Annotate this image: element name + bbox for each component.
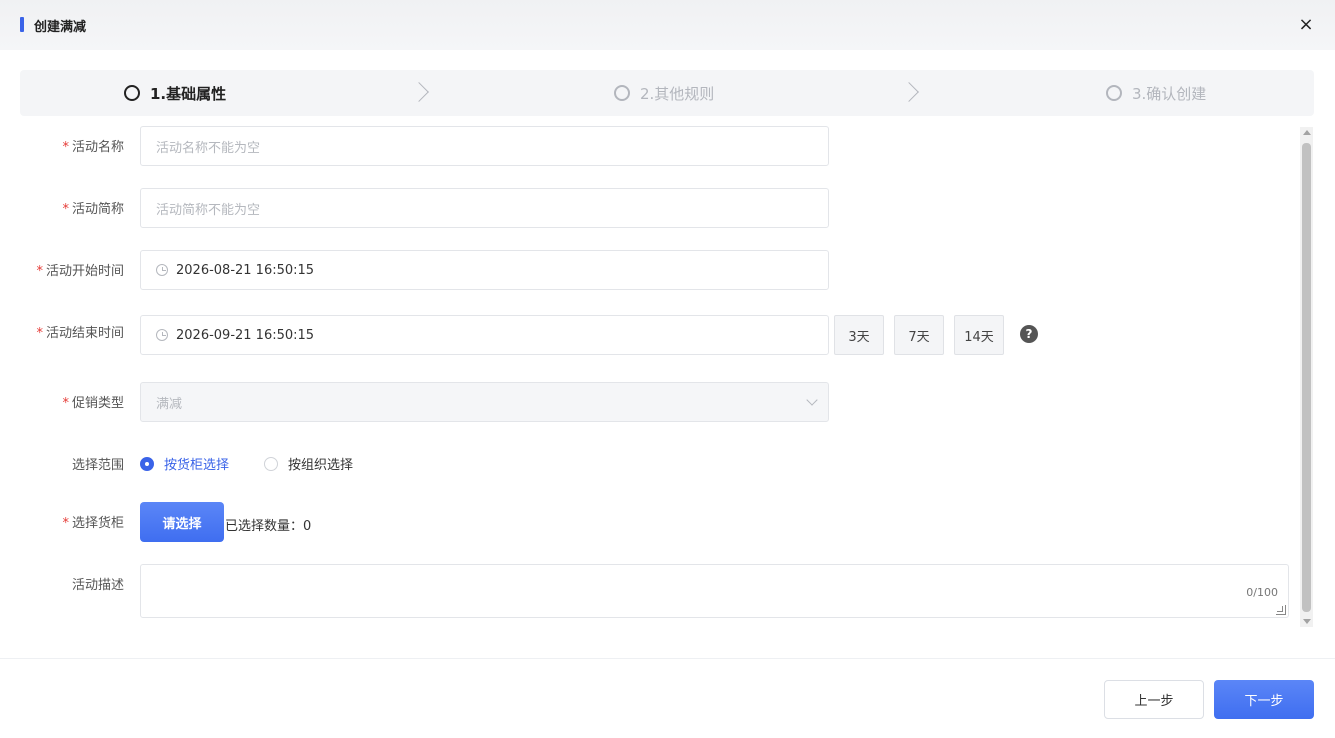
- help-icon[interactable]: ?: [1020, 325, 1038, 343]
- footer-divider: [0, 658, 1335, 659]
- step-label: 3.确认创建: [1132, 84, 1207, 103]
- promo-type-value: 满减: [156, 396, 183, 412]
- scroll-up-arrow-icon[interactable]: [1303, 130, 1311, 135]
- select-cabinet-button[interactable]: 请选择: [140, 502, 224, 542]
- label-activity-short: * 活动简称: [62, 202, 124, 217]
- radio-label: 按组织选择: [288, 458, 354, 473]
- step-circle-icon: [1106, 85, 1122, 101]
- radio-checked-icon: [140, 456, 154, 471]
- start-time-picker[interactable]: 2026-08-21 16:50:15: [140, 250, 829, 290]
- chevron-right-icon: [899, 82, 919, 102]
- description-textarea[interactable]: 0/100: [140, 564, 1289, 618]
- step-3: 3.确认创建: [1106, 70, 1206, 116]
- prev-step-button[interactable]: 上一步: [1104, 680, 1204, 719]
- quick-range-7-days-button[interactable]: 7天: [894, 315, 944, 355]
- end-time-picker[interactable]: 2026-09-21 16:50:15: [140, 315, 829, 355]
- clock-icon: [156, 329, 168, 341]
- label-description: 活动描述: [71, 578, 124, 593]
- label-cabinet: * 选择货柜: [62, 516, 124, 531]
- clock-icon: [156, 264, 168, 276]
- resize-handle-icon[interactable]: [1276, 605, 1286, 615]
- step-indicator: 1.基础属性 2.其他规则 3.确认创建: [20, 70, 1314, 116]
- step-2: 2.其他规则: [614, 70, 714, 116]
- step-1: 1.基础属性: [124, 70, 226, 116]
- step-circle-icon: [124, 85, 140, 101]
- promo-type-select[interactable]: 满减: [140, 382, 829, 422]
- label-activity-name: * 活动名称: [62, 140, 124, 155]
- radio-unchecked-icon: [264, 456, 278, 471]
- label-promo-type: * 促销类型: [62, 396, 124, 411]
- quick-range-3-days-button[interactable]: 3天: [834, 315, 884, 355]
- next-step-button[interactable]: 下一步: [1214, 680, 1314, 719]
- scroll-thumb[interactable]: [1302, 143, 1311, 612]
- char-counter: 0/100: [1246, 586, 1278, 599]
- start-time-value: 2026-08-21 16:50:15: [176, 262, 315, 278]
- step-circle-icon: [614, 85, 630, 101]
- scroll-down-arrow-icon[interactable]: [1303, 619, 1311, 624]
- label-start-time: * 活动开始时间: [36, 264, 124, 279]
- selected-count-text: 已选择数量：0: [225, 519, 312, 534]
- scope-radio-cabinet[interactable]: 按货柜选择: [140, 454, 229, 473]
- header-accent-bar: [20, 17, 24, 32]
- label-scope: 选择范围: [71, 458, 124, 473]
- form-scrollbar[interactable]: [1300, 127, 1313, 627]
- step-label: 2.其他规则: [640, 84, 715, 103]
- label-end-time: * 活动结束时间: [36, 326, 124, 341]
- dialog-header: 创建满减 ×: [0, 0, 1335, 50]
- radio-label: 按货柜选择: [164, 458, 230, 473]
- scope-radio-organization[interactable]: 按组织选择: [264, 454, 353, 473]
- activity-name-input[interactable]: 活动名称不能为空: [140, 126, 829, 166]
- chevron-right-icon: [409, 82, 429, 102]
- close-icon[interactable]: ×: [1296, 15, 1316, 35]
- step-label: 1.基础属性: [150, 84, 227, 103]
- end-time-value: 2026-09-21 16:50:15: [176, 327, 315, 343]
- activity-short-input[interactable]: 活动简称不能为空: [140, 188, 829, 228]
- activity-name-placeholder: 活动名称不能为空: [156, 140, 261, 156]
- activity-short-placeholder: 活动简称不能为空: [156, 202, 261, 218]
- chevron-down-icon: [806, 394, 818, 406]
- quick-range-14-days-button[interactable]: 14天: [954, 315, 1004, 355]
- dialog-title: 创建满减: [34, 20, 87, 35]
